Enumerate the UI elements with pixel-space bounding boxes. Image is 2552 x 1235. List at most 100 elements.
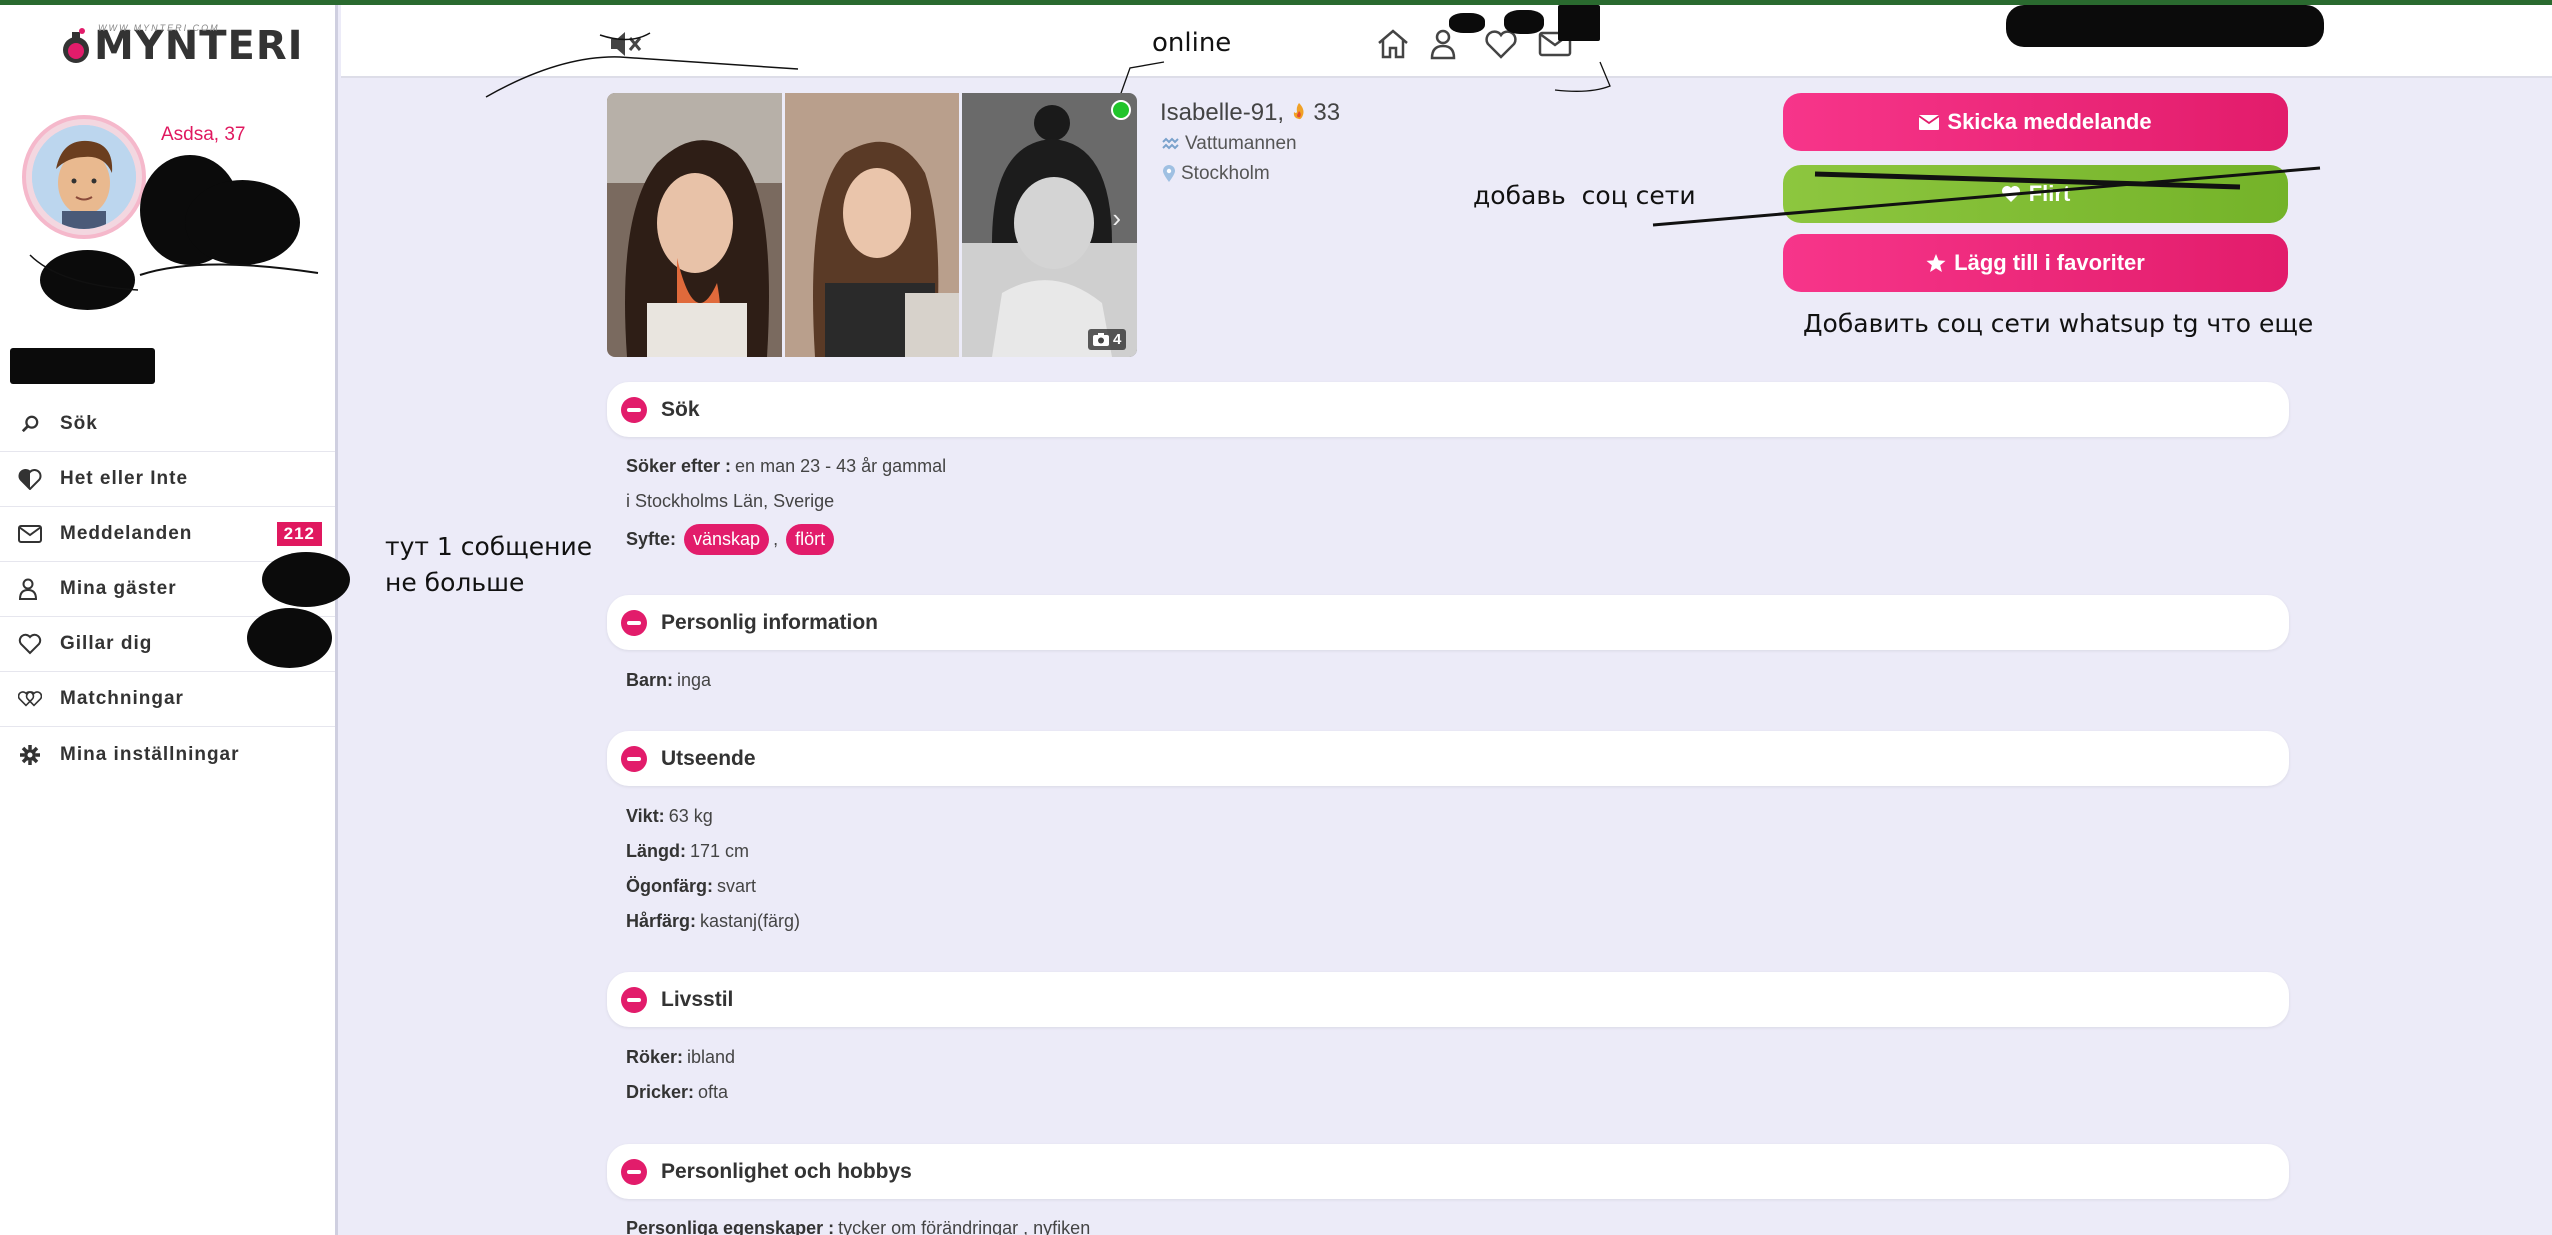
section-appearance[interactable]: Utseende [607,731,2289,786]
aquarius-icon [1162,137,1179,150]
collapse-icon[interactable] [621,986,647,1013]
strike-through-annotation [1652,166,2321,227]
sidebar-item-settings[interactable]: Mina inställningar [0,727,335,782]
collapse-icon[interactable] [621,609,647,636]
sidebar-item-label: Meddelanden [60,523,193,544]
send-message-button[interactable]: Skicka meddelande [1783,93,2288,151]
section-search[interactable]: Sök [607,382,2289,437]
annotation-add-social: добавь соц сети [1473,181,1696,210]
profile-photo[interactable]: › [962,93,1137,357]
sidebar-item-label: Mina inställningar [60,743,240,765]
send-message-label: Skicka meddelande [1947,109,2152,134]
hair-color-row: Hårfärg: kastanj(färg) [626,911,800,932]
sidebar-item-het-eller-inte[interactable]: Het eller Inte [0,452,335,507]
profile-photo[interactable] [607,93,782,357]
annotation-line: тут 1 собщение [385,532,593,561]
add-favorite-button[interactable]: Lägg till i favoriter [1783,234,2288,292]
traits-value: tycker om förändringar , nyfiken [838,1218,1091,1235]
row-label: Längd: [626,841,686,861]
search-location: i Stockholms Län, Sverige [626,491,835,511]
camera-icon [1093,333,1109,346]
chevron-right-icon[interactable]: › [1112,203,1121,234]
collapse-icon[interactable] [621,745,647,772]
children-value: inga [677,670,712,690]
height-row: Längd: 171 cm [626,841,749,862]
purpose-tag[interactable]: flört [786,524,835,555]
section-lifestyle[interactable]: Livsstil [607,972,2289,1027]
location-row: i Stockholms Län, Sverige [626,491,834,512]
collapse-icon[interactable] [621,396,647,423]
purpose-row: Syfte: vänskap , flört [626,524,835,555]
sidebar-item-label: Het eller Inte [60,468,189,489]
purpose-tag[interactable]: vänskap [684,524,770,555]
redaction-scribble [1558,5,1600,41]
row-value: kastanj(färg) [700,911,801,931]
sidebar-item-search[interactable]: Sök [0,397,335,452]
seeking-row: Söker efter : en man 23 - 43 år gammal [626,456,946,477]
row-label: Hårfärg: [626,911,697,931]
profile-photo[interactable] [784,93,960,357]
row-value: 171 cm [690,841,750,861]
sidebar-item-label: Mina gäster [60,578,177,599]
traits-label: Personliga egenskaper : [626,1218,835,1235]
sidebar-item-matches[interactable]: Matchningar [0,672,335,727]
collapse-icon[interactable] [621,1158,647,1185]
annotation-line: не больше [385,568,525,597]
redaction-scribble [1449,13,1485,33]
row-value: svart [717,876,757,896]
online-status-indicator [1111,100,1131,120]
sidebar-item-label: Matchningar [60,688,184,709]
drinking-row: Dricker: ofta [626,1082,728,1103]
city: Stockholm [1181,163,1270,184]
add-favorite-label: Lägg till i favoriter [1954,250,2145,275]
seeking-value: en man 23 - 43 år gammal [735,456,947,476]
logo-subtitle: WWW.MYNTERI.COM [98,23,220,33]
redaction-line [29,254,319,291]
row-value: ofta [698,1082,729,1102]
sidebar-item-label: Sök [60,413,98,434]
annotation-online: online [1152,28,1232,58]
smoking-row: Röker: ibland [626,1047,735,1068]
row-label: Röker: [626,1047,684,1067]
annotation-add-social-long: Добавить соц сети whatsup tg что еще [1803,309,2314,338]
section-personal-info[interactable]: Personlig information [607,595,2289,650]
section-title: Personlig information [661,610,879,634]
section-title: Livsstil [661,987,734,1011]
row-label: Ögonfärg: [626,876,713,896]
section-personality[interactable]: Personlighet och hobbys [607,1144,2289,1199]
profile-name: Isabelle-91, 33 [1160,99,1340,127]
seeking-label: Söker efter : [626,456,732,476]
zodiac-sign: Vattumannen [1185,133,1297,154]
section-title: Utseende [661,746,756,770]
location-pin-icon [1163,165,1175,182]
photo-count-badge: 4 [1088,329,1127,350]
profile-age: 33 [1313,99,1341,126]
potion-icon [63,28,89,63]
redaction-scribble [10,348,155,384]
gear-icon [18,743,42,767]
purpose-label: Syfte: [626,529,677,549]
flame-icon [1293,103,1304,120]
annotation-one-message: тут 1 собщение не больше [385,529,592,601]
sidebar-item-messages[interactable]: Meddelanden 212 [0,507,335,562]
messages-count-badge: 212 [276,522,322,546]
weight-row: Vikt: 63 kg [626,806,713,827]
children-label: Barn: [626,670,674,690]
tag-separator: , [773,529,779,549]
children-row: Barn: inga [626,670,711,691]
row-label: Vikt: [626,806,665,826]
row-value: 63 kg [668,806,713,826]
people-icon [18,577,42,601]
double-heart-icon [18,687,42,711]
heart-icon [18,632,42,656]
redaction-scribble [247,608,332,668]
profile-zodiac: Vattumannen [1162,133,1297,155]
traits-row: Personliga egenskaper : tycker om föränd… [626,1218,1090,1235]
photo-gallery[interactable]: › [607,93,1137,357]
row-value: ibland [687,1047,736,1067]
eye-color-row: Ögonfärg: svart [626,876,756,897]
profile-username: Isabelle-91, [1160,99,1285,126]
envelope-icon [1919,114,1940,130]
annotation-lines [485,32,799,98]
sidebar-item-label: Gillar dig [60,633,153,654]
